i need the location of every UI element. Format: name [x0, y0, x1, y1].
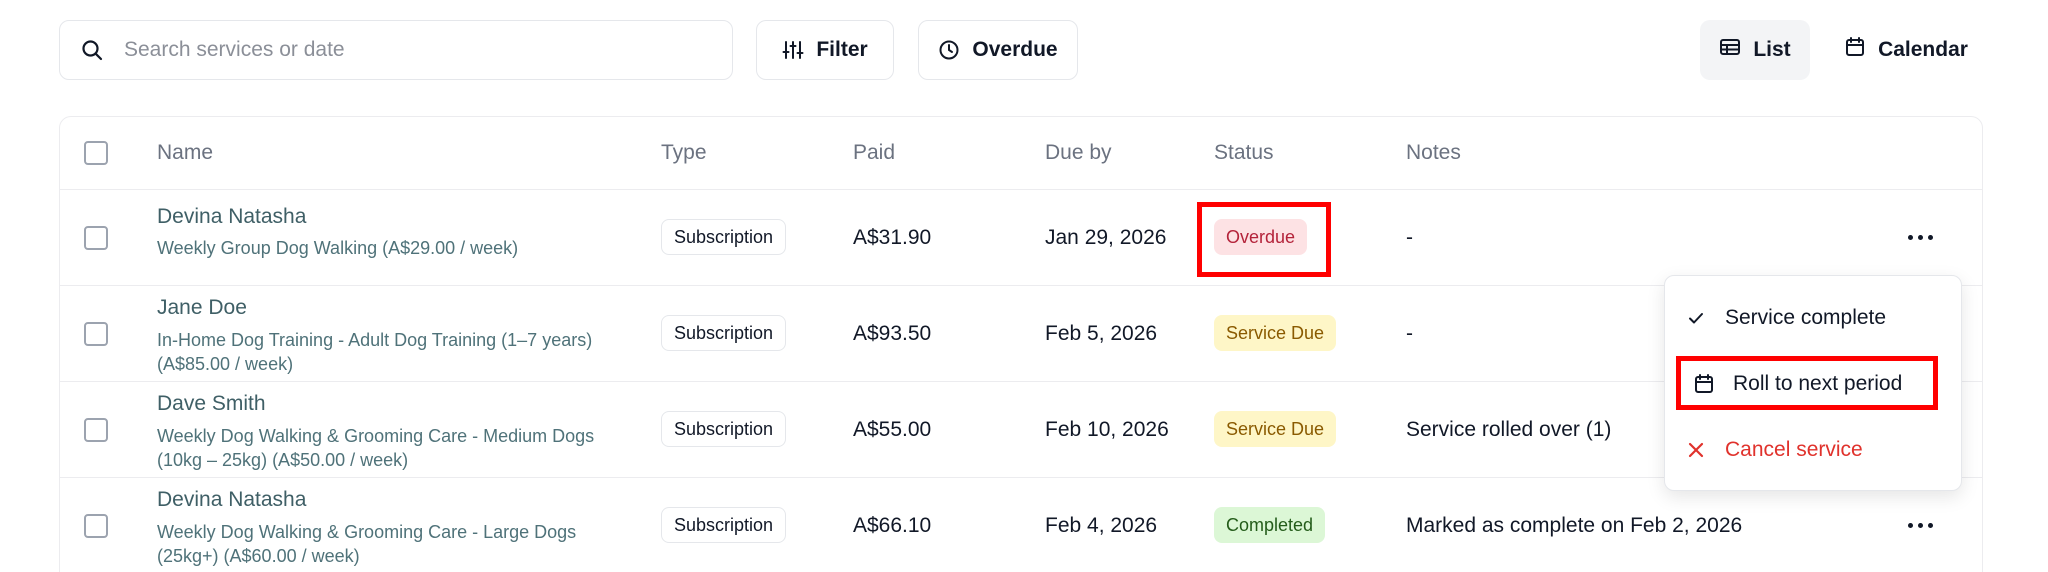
search-box[interactable]: [59, 20, 733, 80]
row-checkbox[interactable]: [84, 226, 108, 250]
notes-text: -: [1406, 226, 1413, 249]
notes-text: -: [1406, 322, 1413, 345]
column-header-paid[interactable]: Paid: [853, 141, 895, 165]
filter-label: Filter: [816, 38, 868, 61]
client-name[interactable]: Devina Natasha: [157, 205, 306, 229]
row-actions-button[interactable]: [1900, 511, 1940, 539]
dot: [1917, 522, 1923, 528]
menu-item-label: Cancel service: [1725, 438, 1863, 461]
service-description: Weekly Dog Walking & Grooming Care - Med…: [157, 426, 595, 470]
column-header-name[interactable]: Name: [157, 141, 213, 165]
type-badge: Subscription: [661, 219, 787, 255]
dot: [1907, 234, 1913, 240]
select-all-checkbox[interactable]: [84, 141, 108, 165]
menu-item-label: Roll to next period: [1733, 372, 1903, 395]
row-checkbox[interactable]: [84, 514, 108, 538]
calendar-label: Calendar: [1878, 38, 1968, 61]
due-date: Feb 4, 2026: [1045, 514, 1158, 537]
menu-item-service-complete[interactable]: Service complete: [1665, 290, 1961, 346]
menu-item-roll-to-next-period[interactable]: Roll to next period: [1665, 356, 1961, 412]
due-date: Feb 5, 2026: [1045, 322, 1158, 345]
paid-amount: A$55.00: [853, 418, 932, 441]
column-header-type[interactable]: Type: [661, 141, 707, 165]
calendar-view-button[interactable]: Calendar: [1826, 20, 1986, 80]
notes-text: Marked as complete on Feb 2, 2026: [1406, 514, 1743, 537]
row-actions-menu: Service complete Roll to next period Can…: [1664, 275, 1962, 491]
search-icon: [78, 36, 106, 64]
overdue-label: Overdue: [972, 38, 1058, 61]
list-label: List: [1753, 38, 1791, 61]
status-badge: Completed: [1214, 507, 1326, 543]
column-header-status[interactable]: Status: [1214, 141, 1274, 165]
status-badge: Service Due: [1214, 411, 1337, 447]
dot: [1927, 522, 1933, 528]
notes-text: Service rolled over (1): [1406, 418, 1612, 441]
service-description: In-Home Dog Training - Adult Dog Trainin…: [157, 330, 593, 374]
client-name[interactable]: Jane Doe: [157, 296, 247, 320]
search-input[interactable]: [124, 38, 684, 62]
row-checkbox[interactable]: [84, 322, 108, 346]
paid-amount: A$66.10: [853, 514, 932, 537]
table-row[interactable]: Devina Natasha Weekly Dog Walking & Groo…: [60, 478, 1982, 572]
row-actions-button[interactable]: [1900, 223, 1940, 251]
type-badge: Subscription: [661, 507, 787, 543]
column-header-due-by[interactable]: Due by: [1045, 141, 1112, 165]
filter-button[interactable]: Filter: [756, 20, 894, 80]
due-date: Feb 10, 2026: [1045, 418, 1169, 441]
check-icon: [1685, 307, 1707, 329]
service-description: Weekly Dog Walking & Grooming Care - Lar…: [157, 522, 577, 566]
clock-icon: [938, 39, 960, 61]
close-icon: [1685, 439, 1707, 461]
paid-amount: A$93.50: [853, 322, 932, 345]
menu-item-cancel-service[interactable]: Cancel service: [1665, 422, 1961, 478]
status-badge: Service Due: [1214, 315, 1337, 351]
menu-item-label: Service complete: [1725, 306, 1887, 329]
calendar-icon: [1844, 36, 1866, 64]
type-badge: Subscription: [661, 315, 787, 351]
table-list-icon: [1719, 36, 1741, 64]
service-description: Weekly Group Dog Walking (A$29.00 / week…: [157, 238, 519, 258]
due-date: Jan 29, 2026: [1045, 226, 1167, 249]
list-view-button[interactable]: List: [1700, 20, 1810, 80]
dot: [1907, 522, 1913, 528]
row-checkbox[interactable]: [84, 418, 108, 442]
column-header-notes[interactable]: Notes: [1406, 141, 1461, 165]
sliders-icon: [782, 39, 804, 61]
client-name[interactable]: Devina Natasha: [157, 488, 306, 512]
calendar-icon: [1693, 373, 1715, 395]
status-badge: Overdue: [1214, 219, 1308, 255]
overdue-filter-button[interactable]: Overdue: [918, 20, 1078, 80]
dot: [1917, 234, 1923, 240]
paid-amount: A$31.90: [853, 226, 932, 249]
type-badge: Subscription: [661, 411, 787, 447]
table-row[interactable]: Devina Natasha Weekly Group Dog Walking …: [60, 190, 1982, 286]
dot: [1927, 234, 1933, 240]
client-name[interactable]: Dave Smith: [157, 392, 266, 416]
table-header: Name Type Paid Due by Status Notes: [60, 117, 1982, 190]
